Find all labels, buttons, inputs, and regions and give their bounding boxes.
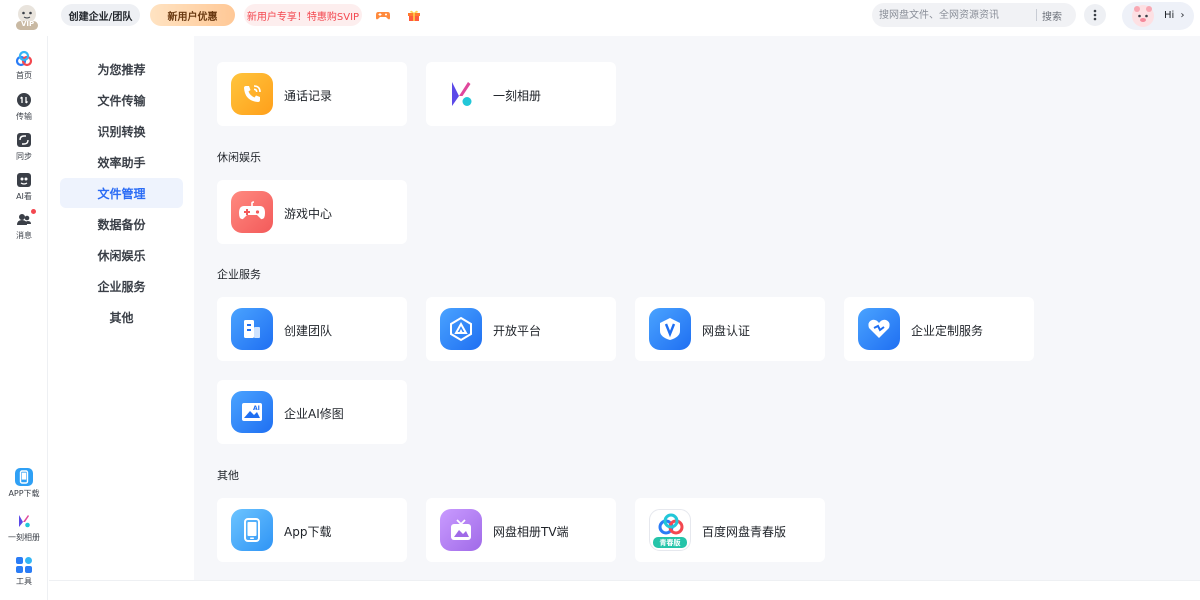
left-rail: 首页 传输 同步 AI看 消息 APP下载 一刻相册 工具 <box>0 36 48 600</box>
rail-item-sync[interactable]: 同步 <box>0 131 48 167</box>
phone-call-icon <box>231 73 273 115</box>
card-label: 游戏中心 <box>284 207 333 221</box>
card-yike-album[interactable]: 一刻相册 <box>426 62 616 126</box>
more-menu-button[interactable] <box>1084 4 1106 26</box>
rail-item-label: APP下载 <box>8 489 40 498</box>
search-box: 搜索 <box>872 3 1076 27</box>
card-label: 百度网盘青春版 <box>702 525 787 539</box>
rail-item-photo-album[interactable]: 一刻相册 <box>0 512 48 548</box>
youth-edition-icon: 青春版 <box>649 509 691 551</box>
section-title-leisure: 休闲娱乐 <box>217 151 261 164</box>
card-label: 创建团队 <box>284 324 333 338</box>
rail-item-label: 消息 <box>16 231 32 240</box>
category-leisure[interactable]: 休闲娱乐 <box>60 240 183 270</box>
search-input[interactable] <box>872 3 1036 27</box>
section-title-enterprise: 企业服务 <box>217 268 261 281</box>
gamepad-icon <box>231 191 273 233</box>
card-open-platform[interactable]: 开放平台 <box>426 297 616 361</box>
category-file-transfer[interactable]: 文件传输 <box>60 85 183 115</box>
rail-item-transfer[interactable]: 传输 <box>0 91 48 127</box>
greeting-label: Hi <box>1164 10 1175 21</box>
tools-icon <box>15 556 33 574</box>
rail-item-tools[interactable]: 工具 <box>0 556 48 592</box>
card-create-team[interactable]: 创建团队 <box>217 297 407 361</box>
category-recommended[interactable]: 为您推荐 <box>60 54 183 84</box>
section-title-other: 其他 <box>217 469 239 482</box>
gift-icon[interactable] <box>406 7 422 23</box>
more-vertical-icon <box>1093 9 1097 21</box>
card-label: 开放平台 <box>493 324 542 338</box>
rail-item-app-download[interactable]: APP下载 <box>0 468 48 504</box>
main-content: 通话记录 一刻相册 休闲娱乐 游戏中心 企业服务 创建团队 开放平台 网盘认证 … <box>194 36 1200 580</box>
category-recognition[interactable]: 识别转换 <box>60 116 183 146</box>
greeting-text: Hi › <box>1164 10 1185 21</box>
new-user-offer-button[interactable]: 新用户优惠 <box>150 4 235 26</box>
card-enterprise-custom[interactable]: 企业定制服务 <box>844 297 1034 361</box>
sync-icon <box>15 131 33 149</box>
card-label: 企业AI修图 <box>284 407 344 421</box>
heart-shield-icon <box>858 308 900 350</box>
chevron-right-icon: › <box>1180 10 1185 21</box>
card-call-records[interactable]: 通话记录 <box>217 62 407 126</box>
ai-image-icon: AI <box>231 391 273 433</box>
message-icon <box>15 209 36 228</box>
ai-view-icon <box>15 171 33 189</box>
rail-item-label: 传输 <box>16 112 32 121</box>
card-enterprise-ai-retouch[interactable]: AI 企业AI修图 <box>217 380 407 444</box>
transfer-icon <box>15 91 33 109</box>
rail-item-label: 同步 <box>16 152 32 161</box>
rail-item-label: AI看 <box>16 192 32 201</box>
card-label: 一刻相册 <box>493 89 542 103</box>
youth-badge: 青春版 <box>653 537 687 548</box>
gamepad-icon[interactable] <box>375 7 391 23</box>
rail-item-label: 首页 <box>16 71 32 80</box>
vip-avatar[interactable]: VIP <box>12 3 42 31</box>
home-icon <box>15 50 33 68</box>
card-game-center[interactable]: 游戏中心 <box>217 180 407 244</box>
rail-item-label: 工具 <box>16 577 32 586</box>
category-efficiency[interactable]: 效率助手 <box>60 147 183 177</box>
card-app-download[interactable]: App下载 <box>217 498 407 562</box>
category-enterprise[interactable]: 企业服务 <box>60 271 183 301</box>
rail-item-ai-view[interactable]: AI看 <box>0 171 48 207</box>
rail-item-label: 一刻相册 <box>8 533 40 542</box>
category-data-backup[interactable]: 数据备份 <box>60 209 183 239</box>
app-download-icon <box>15 468 33 486</box>
card-label: 网盘认证 <box>702 324 751 338</box>
search-button[interactable]: 搜索 <box>1037 8 1075 23</box>
svip-promo-button[interactable]: 新用户专享！特惠购SVIP <box>244 4 362 26</box>
photo-album-icon <box>15 512 33 530</box>
category-file-management[interactable]: 文件管理 <box>60 178 183 208</box>
category-other[interactable]: 其他 <box>60 302 183 332</box>
card-label: 网盘相册TV端 <box>493 525 569 539</box>
svg-text:AI: AI <box>253 405 260 412</box>
verify-icon <box>649 308 691 350</box>
card-youth-edition[interactable]: 青春版 百度网盘青春版 <box>635 498 825 562</box>
unread-dot <box>31 209 36 214</box>
card-tv-album[interactable]: 网盘相册TV端 <box>426 498 616 562</box>
bottom-strip <box>49 580 1200 600</box>
rail-item-messages[interactable]: 消息 <box>0 209 48 246</box>
category-list: 为您推荐 文件传输 识别转换 效率助手 文件管理 数据备份 休闲娱乐 企业服务 … <box>49 36 194 580</box>
card-label: 企业定制服务 <box>911 324 984 338</box>
yike-album-icon <box>440 73 482 115</box>
phone-icon <box>231 509 273 551</box>
card-label: App下载 <box>284 525 332 539</box>
vip-badge-text: VIP <box>21 20 35 28</box>
building-icon <box>231 308 273 350</box>
card-verify[interactable]: 网盘认证 <box>635 297 825 361</box>
create-team-button[interactable]: 创建企业/团队 <box>61 4 140 26</box>
user-greeting-pill[interactable]: Hi › <box>1122 2 1194 30</box>
card-label: 通话记录 <box>284 89 333 103</box>
tv-icon <box>440 509 482 551</box>
top-bar: VIP 创建企业/团队 新用户优惠 新用户专享！特惠购SVIP 搜索 <box>0 0 1200 34</box>
open-platform-icon <box>440 308 482 350</box>
user-avatar <box>1128 3 1158 29</box>
rail-item-home[interactable]: 首页 <box>0 50 48 86</box>
